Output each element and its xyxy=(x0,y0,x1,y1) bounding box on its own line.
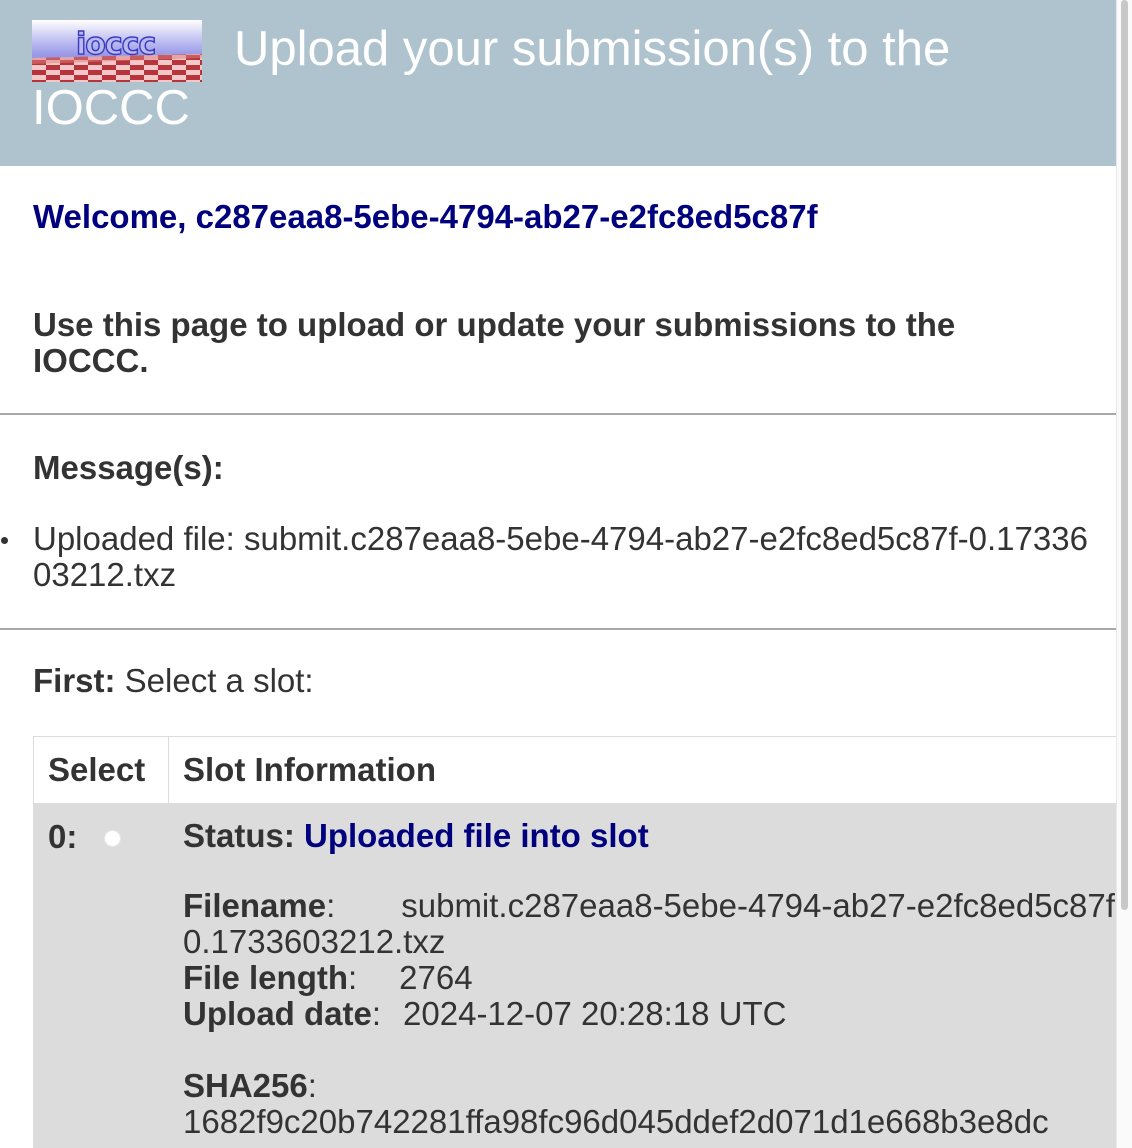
welcome-heading: Welcome, c287eaa8-5ebe-4794-ab27-e2fc8ed… xyxy=(33,198,818,235)
first-label: First: xyxy=(33,662,116,699)
vertical-scrollbar[interactable] xyxy=(1116,0,1132,1148)
column-header-select: Select xyxy=(48,751,146,788)
slot-radio-button[interactable] xyxy=(104,830,121,847)
filename-label: Filename xyxy=(183,887,327,924)
table-header-row: Select Slot Information xyxy=(34,737,1116,804)
sha256-value: 1682f9c20b742281ffa98fc96d045ddef2d071d1… xyxy=(183,1103,1049,1140)
page-title: Upload your submission(s) to the IOCCC xyxy=(32,22,951,135)
table-row: 0: Status: Uploaded file into slot Filen… xyxy=(34,804,1116,1148)
status-label: Status: xyxy=(183,817,295,854)
intro-text: Use this page to upload or update your s… xyxy=(33,306,956,379)
upload-date-label: Upload date xyxy=(183,995,372,1032)
slot-status: Status: Uploaded file into slot xyxy=(183,818,1116,854)
page-header: ioccc Upload your submission(s) to the I… xyxy=(0,0,1116,166)
divider xyxy=(0,628,1116,630)
messages-heading: Message(s): xyxy=(33,449,224,486)
sha256-value-line: 1682f9c20b742281ffa98fc96d045ddef2d071d1… xyxy=(183,1104,1116,1140)
message-item: Uploaded file: submit.c287eaa8-5ebe-4794… xyxy=(1,520,1093,593)
upload-date-value: 2024-12-07 20:28:18 UTC xyxy=(403,995,787,1032)
scrollbar-thumb[interactable] xyxy=(1121,0,1128,910)
column-divider xyxy=(168,737,169,803)
first-text: Select a slot: xyxy=(124,662,314,699)
divider xyxy=(0,413,1116,415)
sha256-label: SHA256 xyxy=(183,1067,308,1104)
slot-information: Status: Uploaded file into slot Filename… xyxy=(183,818,1116,1140)
file-length-line: File length: 2764 xyxy=(183,959,473,996)
sha256-line: SHA256: xyxy=(183,1067,317,1104)
slot-number: 0: xyxy=(48,818,78,855)
filename-continuation: 0.1733603212.txz xyxy=(183,924,1116,960)
page: ioccc Upload your submission(s) to the I… xyxy=(0,0,1132,1148)
message-text: Uploaded file: submit.c287eaa8-5ebe-4794… xyxy=(33,520,1088,593)
filename-line: Filename: submit.c287eaa8-5ebe-4794-ab27-… xyxy=(183,888,1116,924)
filename-value: submit.c287eaa8-5ebe-4794-ab27-e2fc8ed5c… xyxy=(401,887,1116,924)
upload-date-line: Upload date: 2024-12-07 20:28:18 UTC xyxy=(183,995,787,1032)
filename-value-continued: 0.1733603212.txz xyxy=(183,923,446,960)
message-list: Uploaded file: submit.c287eaa8-5ebe-4794… xyxy=(1,520,1093,593)
slot-instruction: First: Select a slot: xyxy=(33,662,314,700)
file-length-label: File length xyxy=(183,959,348,996)
status-value: Uploaded file into slot xyxy=(304,817,649,854)
bullet-icon xyxy=(1,537,8,544)
column-header-slot-information: Slot Information xyxy=(183,751,436,788)
slot-table: Select Slot Information 0: Status: Uploa… xyxy=(33,736,1116,1148)
file-length-value: 2764 xyxy=(399,959,473,996)
